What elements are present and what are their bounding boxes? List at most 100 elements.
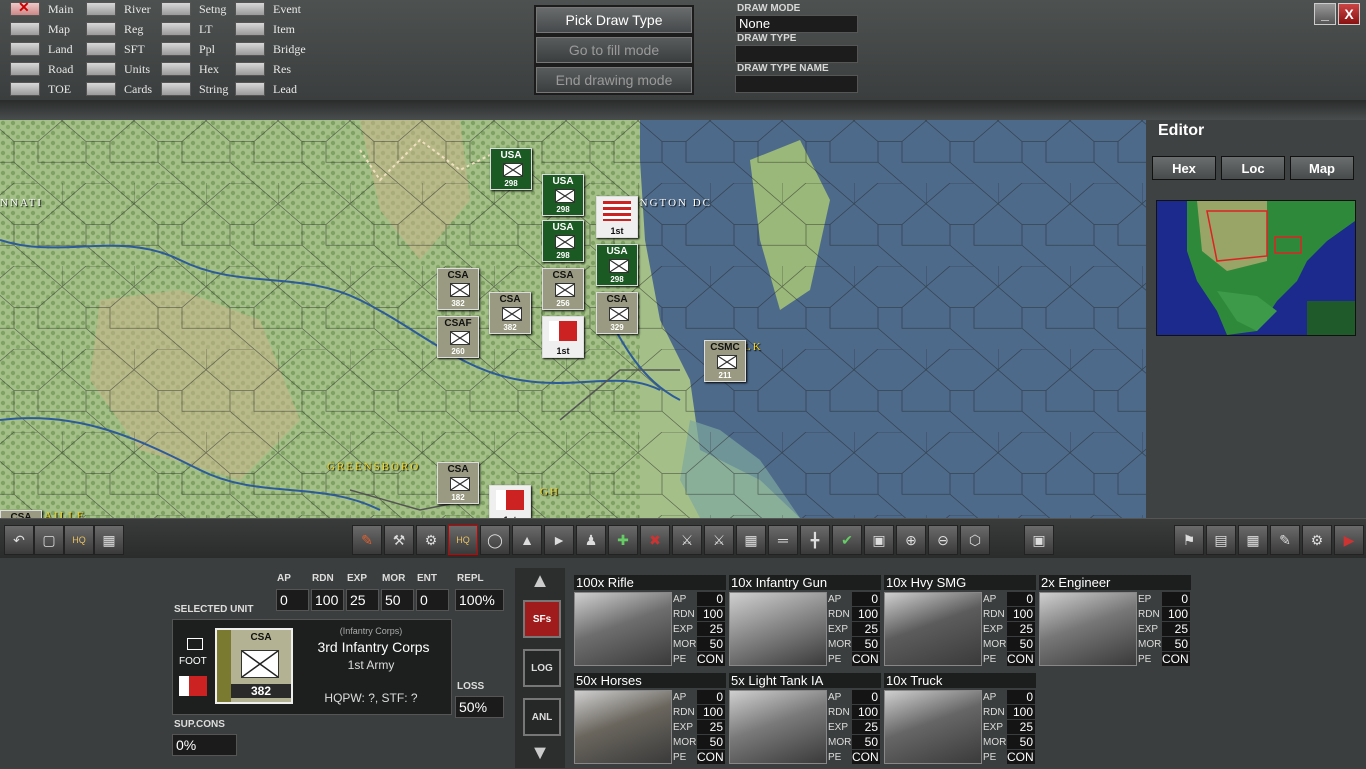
toggle-item[interactable]: Item <box>235 21 295 37</box>
toggle-checkbox[interactable] <box>161 62 191 76</box>
rail-icon[interactable]: ═ <box>768 525 798 555</box>
toggle-checkbox[interactable] <box>86 62 116 76</box>
pencil-icon[interactable]: ✎ <box>352 525 382 555</box>
go-to-fill-mode-button[interactable]: Go to fill mode <box>534 35 694 65</box>
ent-field[interactable]: 0 <box>416 589 449 611</box>
tools-icon[interactable]: ⚙ <box>416 525 446 555</box>
flag-icon[interactable]: ⚑ <box>1174 525 1204 555</box>
toggle-checkbox[interactable] <box>10 22 40 36</box>
anl-button[interactable]: ANL <box>523 698 561 736</box>
unit-view-icon[interactable]: ▣ <box>864 525 894 555</box>
tab-hex[interactable]: Hex <box>1152 156 1216 180</box>
toggle-res[interactable]: Res <box>235 61 291 77</box>
check-icon[interactable]: ✔ <box>832 525 862 555</box>
undo-icon[interactable]: ↶ <box>4 525 34 555</box>
toggle-checkbox[interactable] <box>86 22 116 36</box>
unit-counter[interactable]: CSMC 211 <box>704 340 746 382</box>
mor-field[interactable]: 50 <box>381 589 414 611</box>
unit-counter[interactable]: CSA 256 <box>542 268 584 310</box>
toggle-checkbox[interactable] <box>86 82 116 96</box>
toggle-event[interactable]: Event <box>235 1 301 17</box>
toggle-reg[interactable]: Reg <box>86 21 143 37</box>
crossed-swords-icon[interactable]: ⚔ <box>672 525 702 555</box>
unit-counter[interactable]: USA 298 <box>490 148 532 190</box>
toggle-checkbox[interactable] <box>161 82 191 96</box>
toggle-checkbox[interactable] <box>235 82 265 96</box>
hq-button[interactable]: HQ <box>64 525 94 555</box>
sub-formation-card[interactable]: 100x Rifle AP 0 RDN 100 EXP 25 MOR 50 PE CON <box>574 575 726 671</box>
unit-counter[interactable]: CSA 382 <box>437 268 479 310</box>
toggle-checkbox[interactable] <box>161 42 191 56</box>
next-turn-icon[interactable]: ▶ <box>1334 525 1364 555</box>
toggle-cards[interactable]: Cards <box>86 81 152 97</box>
toggle-units[interactable]: Units <box>86 61 150 77</box>
unit-counter[interactable]: CSA 382 <box>489 292 531 334</box>
toggle-land[interactable]: Land <box>10 41 73 57</box>
repl-field[interactable]: 100% <box>455 589 504 611</box>
unit-counter[interactable]: 1st <box>596 196 638 238</box>
org-chart-icon[interactable]: ▦ <box>1238 525 1268 555</box>
toggle-main[interactable]: Main <box>10 0 73 17</box>
pick-draw-type-button[interactable]: Pick Draw Type <box>534 5 694 35</box>
sub-formation-card[interactable]: 50x Horses AP 0 RDN 100 EXP 25 MOR 50 PE CON <box>574 673 726 769</box>
settings-icon[interactable]: ⚙ <box>1302 525 1332 555</box>
soldier-icon[interactable]: ♟ <box>576 525 606 555</box>
hq-flag-button[interactable]: HQ <box>448 525 478 555</box>
toggle-checkbox[interactable] <box>86 2 116 16</box>
sub-formation-card[interactable]: 10x Infantry Gun AP 0 RDN 100 EXP 25 MOR 50 PE CON <box>729 575 881 671</box>
unit-counter[interactable]: USA 298 <box>542 220 584 262</box>
toggle-setng[interactable]: Setng <box>161 1 226 17</box>
monitor-icon[interactable]: ▣ <box>1024 525 1054 555</box>
close-button[interactable]: X <box>1338 3 1360 25</box>
toggle-road[interactable]: Road <box>10 61 73 77</box>
scroll-up-icon[interactable]: ▲ <box>522 570 558 594</box>
hex-grid-icon[interactable]: ⬡ <box>960 525 990 555</box>
book-icon[interactable]: ▤ <box>1206 525 1236 555</box>
scroll-down-icon[interactable]: ▼ <box>522 742 558 766</box>
toggle-checkbox[interactable] <box>10 82 40 96</box>
toggle-string[interactable]: String <box>161 81 228 97</box>
ap-field[interactable]: 0 <box>276 589 309 611</box>
rifles-icon[interactable]: ⚔ <box>704 525 734 555</box>
zoom-out-icon[interactable]: ⊖ <box>928 525 958 555</box>
log-button[interactable]: LOG <box>523 649 561 687</box>
hammer-icon[interactable]: ⚒ <box>384 525 414 555</box>
computer-icon[interactable]: ▢ <box>34 525 64 555</box>
unit-counter[interactable]: CSA 329 <box>596 292 638 334</box>
toggle-ppl[interactable]: Ppl <box>161 41 215 57</box>
hex-map[interactable]: NNATI INGTON DC LK GREENSBORO GH AILLE U… <box>0 120 1146 518</box>
unit-counter[interactable]: 1st <box>542 316 584 358</box>
toggle-bridge[interactable]: Bridge <box>235 41 306 57</box>
toggle-checkbox[interactable] <box>161 2 191 16</box>
toggle-checkbox[interactable] <box>235 22 265 36</box>
minimize-button[interactable]: _ <box>1314 3 1336 25</box>
toggle-map[interactable]: Map <box>10 21 70 37</box>
sfs-button[interactable]: SFs <box>523 600 561 638</box>
cannon-icon[interactable]: ► <box>544 525 574 555</box>
rdn-field[interactable]: 100 <box>311 589 344 611</box>
remove-unit-icon[interactable]: ✖ <box>640 525 670 555</box>
tab-map[interactable]: Map <box>1290 156 1354 180</box>
unit-counter[interactable]: USA 298 <box>542 174 584 216</box>
sub-formation-card[interactable]: 5x Light Tank IA AP 0 RDN 100 EXP 25 MOR 50 PE CON <box>729 673 881 769</box>
toggle-sft[interactable]: SFT <box>86 41 145 57</box>
unit-counter[interactable]: CSAF 260 <box>437 316 479 358</box>
map-tools-icon[interactable]: ✎ <box>1270 525 1300 555</box>
supcons-field[interactable]: 0% <box>172 734 237 756</box>
toggle-lt[interactable]: LT <box>161 21 213 37</box>
supply-icon[interactable]: ▦ <box>736 525 766 555</box>
factory-icon[interactable]: ▦ <box>94 525 124 555</box>
loss-field[interactable]: 50% <box>455 696 504 718</box>
toggle-river[interactable]: River <box>86 1 151 17</box>
toggle-checkbox[interactable] <box>10 62 40 76</box>
add-unit-icon[interactable]: ✚ <box>608 525 638 555</box>
toggle-lead[interactable]: Lead <box>235 81 297 97</box>
artillery-icon[interactable]: ▲ <box>512 525 542 555</box>
zoom-in-icon[interactable]: ⊕ <box>896 525 926 555</box>
selected-unit-card[interactable]: FOOT CSA 382 (Infantry Corps) 3rd Infant… <box>172 619 452 715</box>
bridge-icon[interactable]: ╋ <box>800 525 830 555</box>
toggle-checkbox[interactable] <box>10 42 40 56</box>
toggle-checkbox[interactable] <box>235 62 265 76</box>
toggle-hex[interactable]: Hex <box>161 61 219 77</box>
toggle-checkbox[interactable] <box>235 42 265 56</box>
